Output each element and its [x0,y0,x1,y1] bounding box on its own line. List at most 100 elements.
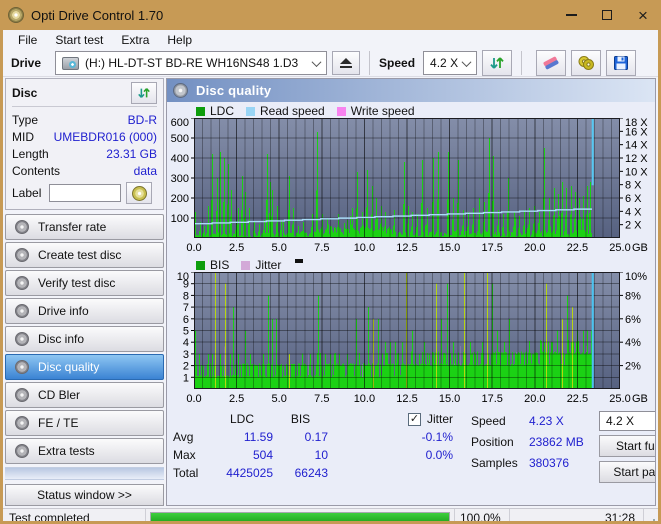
save-button[interactable] [606,50,637,76]
svg-text:22.5: 22.5 [567,393,588,405]
progress-bar [150,511,450,521]
menu-help[interactable]: Help [158,30,201,50]
sidebar-item-create-test-disc[interactable]: Create test disc [5,242,164,268]
svg-text:5: 5 [183,326,189,338]
disc-label-button[interactable] [126,182,153,204]
erase-disc-button[interactable] [536,50,567,76]
bis-chart-legend: BIS Jitter [196,258,655,272]
svg-text:0.0: 0.0 [186,393,201,405]
sidebar-item-disc-info[interactable]: Disc info [5,326,164,352]
svg-text:10.0: 10.0 [354,393,375,405]
window-title: Opti Drive Control 1.70 [31,7,164,23]
status-window-button[interactable]: Status window >> [5,484,164,506]
svg-text:25.0: 25.0 [609,242,630,254]
sidebar-item-drive-info[interactable]: Drive info [5,298,164,324]
disc-label-input[interactable] [49,184,122,202]
sidebar-item-verify-test-disc[interactable]: Verify test disc [5,270,164,296]
max-ldc-value: 504 [252,448,273,462]
jitter-checkbox[interactable]: ✓ [407,412,421,426]
toolbar-separator [521,51,523,75]
svg-text:2.5: 2.5 [229,393,244,405]
bis-jitter-chart: 10 9 8 7 6 5 4 3 2 1 10% 8% 6% 4% 2% 0.0 2.5 5.0 7.5 10.0 12… [167,271,655,407]
svg-text:100: 100 [171,213,189,225]
disc-quality-panel: Disc quality LDC Read speed Write speed … [166,78,656,506]
disc-icon [15,276,29,290]
avg-bis-value: 0.17 [304,430,328,444]
start-part-button[interactable]: Start part [599,461,655,483]
disc-length-label: Length [12,146,49,161]
disc-icon [15,388,29,402]
test-speed-select[interactable]: 4.2 X [599,411,655,431]
svg-text:5.0: 5.0 [272,242,287,254]
menu-bar: File Start test Extra Help [3,30,658,50]
app-disc-icon [8,7,24,23]
drive-select[interactable]: (H:) HL-DT-ST BD-RE WH16NS48 1.D3 [55,51,328,75]
svg-text:0.0: 0.0 [186,242,201,254]
progress-cell [146,509,455,521]
disc-info-panel: Disc Type BD-R MID UMEBDR016 (000) Lengt… [5,78,164,210]
disc-icon [15,416,29,430]
svg-text:7: 7 [183,302,189,314]
panel-title: Disc quality [196,83,272,98]
svg-text:6%: 6% [625,314,641,326]
minimize-icon [565,14,577,16]
disc-icon [15,444,29,458]
svg-text:7.5: 7.5 [314,242,329,254]
eraser-icon [543,56,559,70]
menu-extra[interactable]: Extra [112,30,158,50]
avg-row-label: Avg [173,430,194,444]
svg-text:17.5: 17.5 [481,393,502,405]
svg-text:10.0: 10.0 [354,242,375,254]
avg-ldc-value: 11.59 [243,430,273,444]
speed-select[interactable]: 4.2 X [423,51,478,75]
close-button[interactable]: × [625,0,661,30]
position-stat-value: 23862 MB [529,434,584,449]
disc-icon [15,248,29,262]
eject-button[interactable] [332,51,361,75]
menu-start-test[interactable]: Start test [46,30,112,50]
toolbar-separator [369,51,371,75]
ldc-legend-swatch [196,106,205,116]
resize-grip-icon[interactable] [644,514,656,522]
maximize-button[interactable] [589,0,625,30]
svg-text:2%: 2% [625,361,641,373]
avg-jitter-value: -0.1% [421,430,453,444]
svg-text:25.0: 25.0 [609,393,630,405]
app-window: Opti Drive Control 1.70 × File Start tes… [0,0,661,524]
stats-area: LDC BIS ✓ Jitter Avg 11.59 0.17 -0.1% Ma… [167,407,655,505]
disc-panel-title: Disc [12,86,38,100]
refresh-button[interactable] [482,50,513,76]
disc-refresh-button[interactable] [131,82,157,104]
speed-select-value: 4.2 X [430,56,459,70]
status-text: Test completed [3,509,146,521]
minimize-button[interactable] [553,0,589,30]
disc-icon [15,304,29,318]
disc-icon [15,220,29,234]
svg-text:GB: GB [632,393,648,405]
sidebar-item-cd-bler[interactable]: CD Bler [5,382,164,408]
sidebar-item-fe-te[interactable]: FE / TE [5,410,164,436]
svg-text:400: 400 [171,153,189,165]
svg-text:8%: 8% [625,290,641,302]
menu-file[interactable]: File [9,30,46,50]
svg-text:9: 9 [183,279,189,291]
svg-text:12.5: 12.5 [396,242,417,254]
sidebar-filler [5,467,164,480]
sidebar-item-transfer-rate[interactable]: Transfer rate [5,214,164,240]
sidebar-item-extra-tests[interactable]: Extra tests [5,438,164,464]
refresh-arrows-icon [490,57,504,69]
close-icon: × [638,5,648,25]
maximize-icon [602,10,612,20]
svg-text:300: 300 [171,173,189,185]
sidebar-item-disc-quality[interactable]: Disc quality [5,354,164,380]
gold-discs-icon [578,56,595,70]
ldc-read-speed-chart: 600 500 400 300 200 100 18 X 16 X 14 X 12 X 10 X8 … [167,117,655,256]
start-full-button[interactable]: Start full [599,435,655,457]
disc-contents-row: Contents data [12,162,157,179]
svg-text:16 X: 16 X [625,126,648,138]
svg-text:3: 3 [183,349,189,361]
disc-type-value: BD-R [127,112,157,127]
progress-percent: 100.0% [455,509,510,521]
svg-text:15.0: 15.0 [439,242,460,254]
disc-tools-button[interactable] [571,50,602,76]
